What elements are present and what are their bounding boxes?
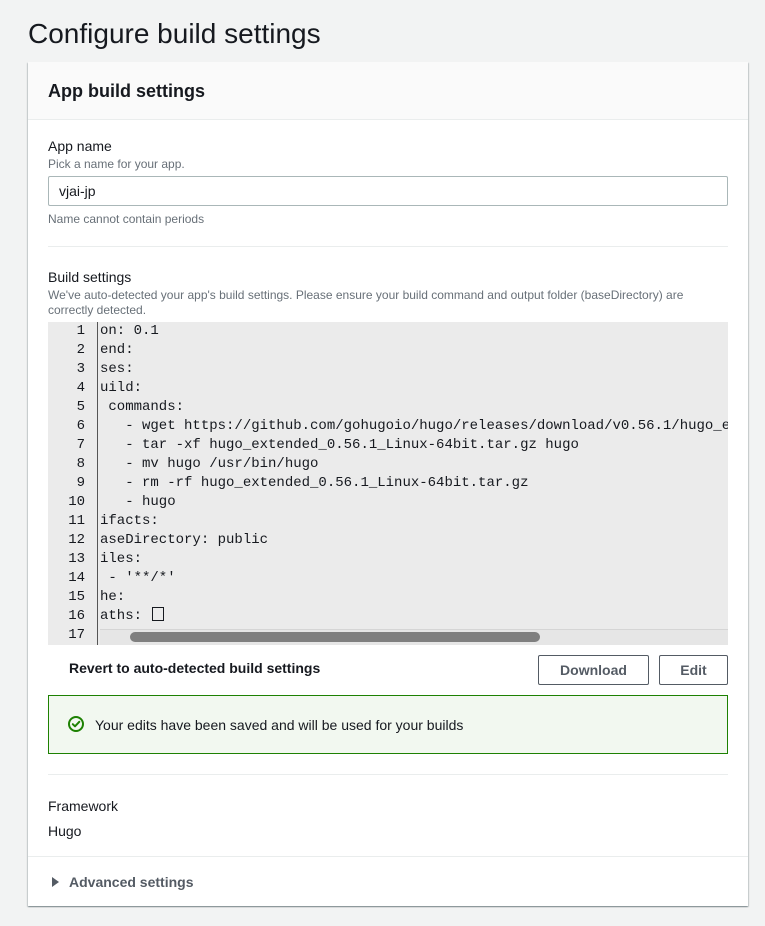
app-name-description: Pick a name for your app. (48, 157, 185, 171)
caret-right-icon (52, 877, 59, 887)
section-divider (48, 246, 728, 247)
check-circle-icon (68, 716, 84, 732)
line-number: 4 (76, 380, 85, 396)
line-number: 8 (76, 456, 85, 472)
code-line: - wget https://github.com/gohugoio/hugo/… (125, 418, 728, 434)
code-line: commands: (100, 399, 185, 415)
line-number: 6 (76, 418, 85, 434)
framework-value: Hugo (48, 823, 82, 839)
line-number-gutter: 1 2 3 4 5 6 7 8 9 10 11 12 13 14 15 16 17 (48, 322, 98, 645)
code-line: ses: (100, 361, 134, 377)
success-alert: Your edits have been saved and will be u… (48, 695, 728, 754)
line-number: 3 (76, 361, 85, 377)
code-line: uild: (100, 380, 143, 396)
build-settings-label: Build settings (48, 269, 132, 285)
line-number: 17 (68, 627, 85, 643)
line-number: 10 (68, 494, 85, 510)
code-line: aseDirectory: public (100, 532, 269, 548)
app-name-constraint: Name cannot contain periods (48, 212, 205, 226)
code-line: - mv hugo /usr/bin/hugo (100, 456, 319, 472)
line-number: 9 (76, 475, 85, 491)
scrollbar-thumb[interactable] (130, 632, 540, 642)
code-line: - tar -xf hugo_extended_0.56.1_Linux-64b… (100, 437, 579, 453)
section-divider (48, 774, 728, 775)
line-number: 13 (68, 551, 85, 567)
advanced-settings-label: Advanced settings (69, 874, 194, 890)
line-number: 7 (76, 437, 85, 453)
framework-label: Framework (48, 798, 119, 814)
code-line: aths: (100, 607, 165, 626)
revert-button[interactable]: Revert to auto-detected build settings (69, 660, 320, 676)
line-number: 5 (76, 399, 85, 415)
line-number: 12 (68, 532, 85, 548)
code-line: - hugo (100, 494, 176, 510)
build-spec-editor[interactable]: 1 2 3 4 5 6 7 8 9 10 11 12 13 14 15 16 17 on: 0.1 end: ses… (48, 322, 728, 645)
app-name-input[interactable] (48, 176, 728, 206)
panel-header: App build settings (28, 62, 748, 120)
code-area[interactable]: on: 0.1 end: ses: uild: commands: - wget ht… (100, 322, 728, 645)
app-name-label: App name (48, 138, 112, 154)
panel-title: App build settings (48, 81, 205, 101)
advanced-settings-toggle[interactable]: Advanced settings (52, 872, 193, 892)
download-button[interactable]: Download (538, 655, 649, 685)
empty-array-glyph (152, 607, 165, 621)
code-line: on: 0.1 (100, 323, 159, 339)
build-settings-description: We've auto-detected your app's build set… (48, 288, 684, 317)
code-line: end: (100, 342, 134, 358)
line-number: 11 (68, 513, 85, 529)
line-number: 14 (68, 570, 85, 586)
section-divider (28, 856, 748, 857)
line-number: 15 (68, 589, 85, 605)
line-number: 16 (68, 608, 85, 624)
edit-button[interactable]: Edit (659, 655, 728, 685)
line-number: 1 (76, 323, 85, 339)
code-line: - rm -rf hugo_extended_0.56.1_Linux-64bi… (100, 475, 529, 491)
code-line: he: (100, 589, 126, 605)
code-line: iles: (100, 551, 143, 567)
line-number: 2 (76, 342, 85, 358)
code-line: - '**/*' (100, 570, 176, 586)
code-line: ifacts: (100, 513, 159, 529)
page-title: Configure build settings (28, 18, 321, 49)
alert-message: Your edits have been saved and will be u… (95, 717, 464, 733)
app-build-settings-panel: App build settings App name Pick a name … (28, 62, 748, 906)
